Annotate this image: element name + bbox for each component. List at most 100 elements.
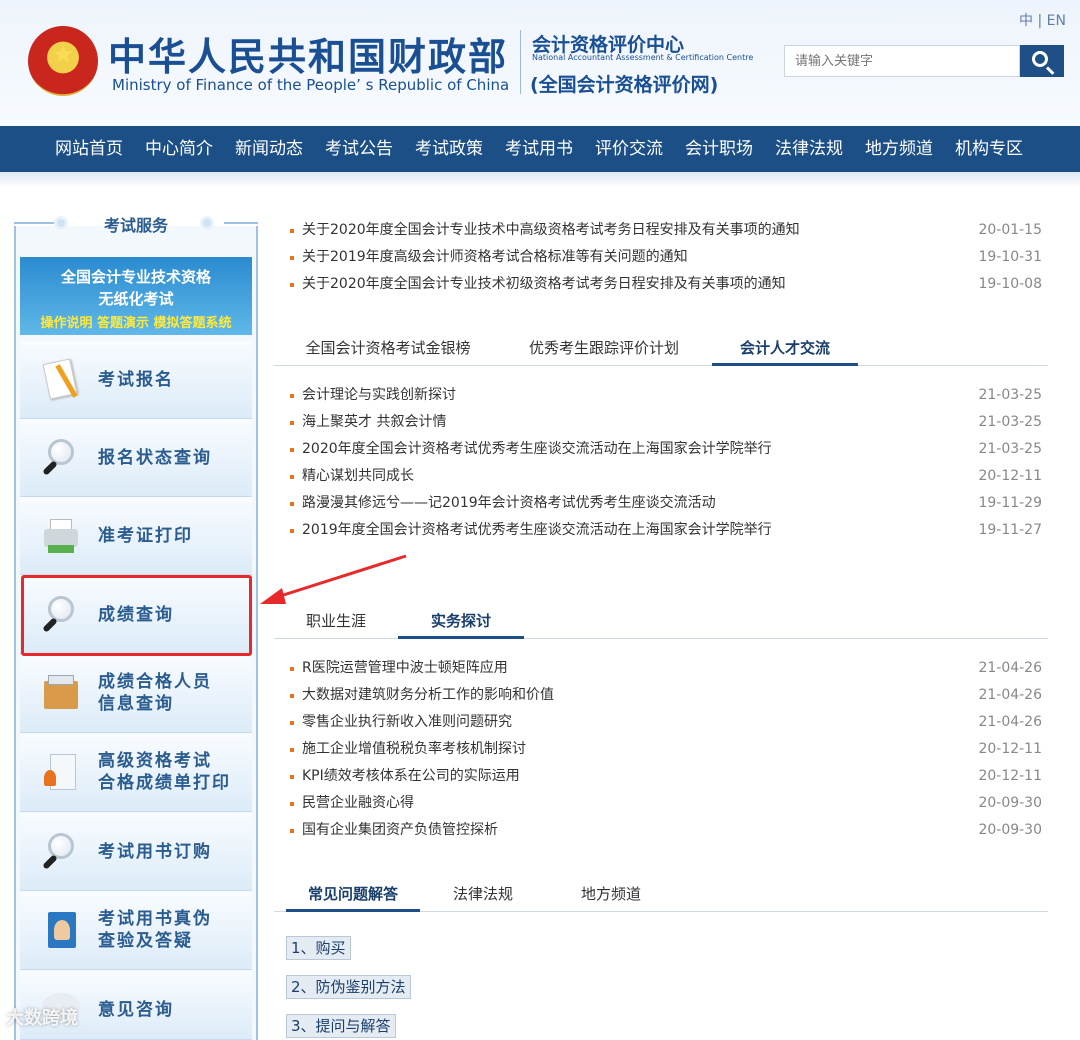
lang-en-link[interactable]: EN — [1047, 13, 1066, 29]
news-title[interactable]: R医院运营管理中波士顿矩阵应用 — [302, 655, 508, 682]
sidebar-item-qualified-info[interactable]: 成绩合格人员 信息查询 — [20, 655, 252, 733]
sidebar-item-book-verify[interactable]: 考试用书真伪 查验及答疑 — [20, 892, 252, 970]
news-title[interactable]: 会计理论与实践创新探讨 — [302, 382, 456, 409]
list-item[interactable]: 大数据对建筑财务分析工作的影响和价值 21-04-26 — [290, 682, 1050, 709]
practice-tabs: 职业生涯 实务探讨 — [274, 603, 1048, 639]
site-header: ★ 中华人民共和国财政部 Ministry of Finance of the … — [0, 0, 1080, 126]
list-item[interactable]: 路漫漫其修远兮——记2019年会计资格考试优秀考生座谈交流活动 19-11-29 — [290, 490, 1050, 517]
sidebar-item-label-line: 信息查询 — [98, 694, 174, 714]
news-title[interactable]: 海上聚英才 共叙会计情 — [302, 409, 446, 436]
nav-news[interactable]: 新闻动态 — [224, 126, 314, 172]
sidebar-item-score-query[interactable]: 成绩查询 — [20, 576, 252, 654]
sidebar-heading: 考试服务 — [14, 212, 258, 236]
practice-news-list: R医院运营管理中波士顿矩阵应用 21-04-26 大数据对建筑财务分析工作的影响和… — [290, 655, 1050, 844]
list-item[interactable]: 关于2019年度高级会计师资格考试合格标准等有关问题的通知 19-10-31 — [290, 244, 1050, 271]
sidebar-item-label-line: 成绩合格人员 — [98, 672, 212, 692]
sidebar-item-label: 报名状态查询 — [98, 448, 212, 468]
tab-local-channel[interactable]: 地方频道 — [568, 876, 654, 912]
tab-gold-silver-list[interactable]: 全国会计资格考试金银榜 — [288, 330, 488, 366]
sidebar-item-exam-registration[interactable]: 考试报名 — [20, 341, 252, 419]
news-title[interactable]: 大数据对建筑财务分析工作的影响和价值 — [302, 682, 554, 709]
news-title[interactable]: KPI绩效考核体系在公司的实际运用 — [302, 763, 520, 790]
nav-exam-notice[interactable]: 考试公告 — [314, 126, 404, 172]
search-button[interactable] — [1020, 45, 1064, 77]
news-date: 20-12-11 — [978, 741, 1042, 757]
main-nav: 网站首页 中心简介 新闻动态 考试公告 考试政策 考试用书 评价交流 会计职场 … — [0, 126, 1080, 172]
sidebar-item-senior-score-print[interactable]: 高级资格考试 合格成绩单打印 — [20, 734, 252, 812]
nav-exam-policy[interactable]: 考试政策 — [404, 126, 494, 172]
paperless-exam-banner[interactable]: 全国会计专业技术资格 无纸化考试 操作说明 答题演示 模拟答题系统 — [20, 257, 252, 335]
sidebar-item-label: 意见咨询 — [98, 1000, 174, 1020]
nav-about[interactable]: 中心简介 — [134, 126, 224, 172]
faq-purchase-button[interactable]: 1、购买 — [286, 936, 351, 960]
tab-practice-discussion[interactable]: 实务探讨 — [398, 603, 524, 639]
list-item[interactable]: R医院运营管理中波士顿矩阵应用 21-04-26 — [290, 655, 1050, 682]
tab-excellent-tracking[interactable]: 优秀考生跟踪评价计划 — [514, 330, 694, 366]
center-network-name: (全国会计资格评价网) — [530, 74, 719, 96]
news-title[interactable]: 零售企业执行新收入准则问题研究 — [302, 709, 512, 736]
nav-institutions[interactable]: 机构专区 — [944, 126, 1034, 172]
list-item[interactable]: 2020年度全国会计资格考试优秀考生座谈交流活动在上海国家会计学院举行 21-03… — [290, 436, 1050, 463]
exam-registration-icon — [40, 358, 82, 401]
news-title[interactable]: 精心谋划共同成长 — [302, 463, 414, 490]
faq-qa-button[interactable]: 3、提问与解答 — [286, 1014, 396, 1038]
list-item[interactable]: 2019年度全国会计资格考试优秀考生座谈交流活动在上海国家会计学院举行 19-11… — [290, 517, 1050, 544]
nav-career[interactable]: 会计职场 — [674, 126, 764, 172]
news-title[interactable]: 2020年度全国会计资格考试优秀考生座谈交流活动在上海国家会计学院举行 — [302, 436, 772, 463]
news-title[interactable]: 施工企业增值税税负率考核机制探讨 — [302, 736, 526, 763]
center-english-title: National Accountant Assessment & Certifi… — [532, 53, 754, 62]
national-emblem-icon: ★ — [28, 26, 98, 96]
news-title[interactable]: 民营企业融资心得 — [302, 790, 414, 817]
sidebar-item-label: 考试报名 — [98, 370, 174, 390]
news-title[interactable]: 国有企业集团资产负债管控探析 — [302, 817, 498, 844]
search-input[interactable] — [784, 45, 1020, 77]
list-item[interactable]: 零售企业执行新收入准则问题研究 21-04-26 — [290, 709, 1050, 736]
tab-talent-exchange[interactable]: 会计人才交流 — [712, 330, 858, 366]
list-item[interactable]: 关于2020年度全国会计专业技术初级资格考试考务日程安排及有关事项的通知 19-1… — [290, 271, 1050, 298]
sidebar-item-label: 考试用书真伪 查验及答疑 — [98, 908, 212, 952]
news-date: 20-01-15 — [978, 222, 1042, 238]
sidebar-item-registration-status[interactable]: 报名状态查询 — [20, 419, 252, 497]
news-title[interactable]: 关于2020年度全国会计专业技术中高级资格考试考务日程安排及有关事项的通知 — [302, 217, 800, 244]
list-item[interactable]: 会计理论与实践创新探讨 21-03-25 — [290, 382, 1050, 409]
sidebar-item-admission-print[interactable]: 准考证打印 — [20, 497, 252, 575]
list-item[interactable]: 民营企业融资心得 20-09-30 — [290, 790, 1050, 817]
news-title[interactable]: 关于2019年度高级会计师资格考试合格标准等有关问题的通知 — [302, 244, 688, 271]
news-title[interactable]: 关于2020年度全国会计专业技术初级资格考试考务日程安排及有关事项的通知 — [302, 271, 786, 298]
news-title[interactable]: 路漫漫其修远兮——记2019年会计资格考试优秀考生座谈交流活动 — [302, 490, 716, 517]
nav-home[interactable]: 网站首页 — [44, 126, 134, 172]
list-item[interactable]: 海上聚英才 共叙会计情 21-03-25 — [290, 409, 1050, 436]
magnifier-icon — [40, 831, 82, 873]
nav-exam-books[interactable]: 考试用书 — [494, 126, 584, 172]
news-date: 20-12-11 — [978, 768, 1042, 784]
sidebar-item-book-order[interactable]: 考试用书订购 — [20, 813, 252, 891]
faq-anti-counterfeit-button[interactable]: 2、防伪鉴别方法 — [286, 975, 411, 999]
news-date: 19-11-29 — [978, 495, 1042, 511]
news-date: 19-10-08 — [978, 276, 1042, 292]
sidebar-item-label: 考试用书订购 — [98, 842, 212, 862]
news-title[interactable]: 2019年度全国会计资格考试优秀考生座谈交流活动在上海国家会计学院举行 — [302, 517, 772, 544]
tab-faq[interactable]: 常见问题解答 — [286, 876, 420, 912]
lang-zh-link[interactable]: 中 — [1019, 13, 1033, 29]
list-item[interactable]: 施工企业增值税税负率考核机制探讨 20-12-11 — [290, 736, 1050, 763]
nav-laws[interactable]: 法律法规 — [764, 126, 854, 172]
list-item[interactable]: 国有企业集团资产负债管控探析 20-09-30 — [290, 817, 1050, 844]
list-item[interactable]: 精心谋划共同成长 20-12-11 — [290, 463, 1050, 490]
site-title: 中华人民共和国财政部 — [108, 35, 509, 79]
magnifier-icon — [40, 437, 82, 479]
top-news-list: 关于2020年度全国会计专业技术中高级资格考试考务日程安排及有关事项的通知 20-… — [290, 217, 1050, 298]
list-item[interactable]: KPI绩效考核体系在公司的实际运用 20-12-11 — [290, 763, 1050, 790]
nav-local[interactable]: 地方频道 — [854, 126, 944, 172]
news-date: 21-03-25 — [978, 441, 1042, 457]
list-item[interactable]: 关于2020年度全国会计专业技术中高级资格考试考务日程安排及有关事项的通知 20-… — [290, 217, 1050, 244]
banner-line-1: 全国会计专业技术资格 — [60, 268, 211, 286]
certificate-icon — [40, 752, 82, 794]
tab-career[interactable]: 职业生涯 — [288, 603, 384, 639]
news-date: 21-04-26 — [978, 687, 1042, 703]
sidebar-item-label-line: 考试用书真伪 — [98, 909, 212, 929]
sidebar-item-label: 成绩合格人员 信息查询 — [98, 671, 212, 715]
language-switch: 中 | EN — [1019, 10, 1066, 30]
tab-laws[interactable]: 法律法规 — [440, 876, 526, 912]
lang-separator: | — [1037, 13, 1043, 29]
nav-evaluation[interactable]: 评价交流 — [584, 126, 674, 172]
